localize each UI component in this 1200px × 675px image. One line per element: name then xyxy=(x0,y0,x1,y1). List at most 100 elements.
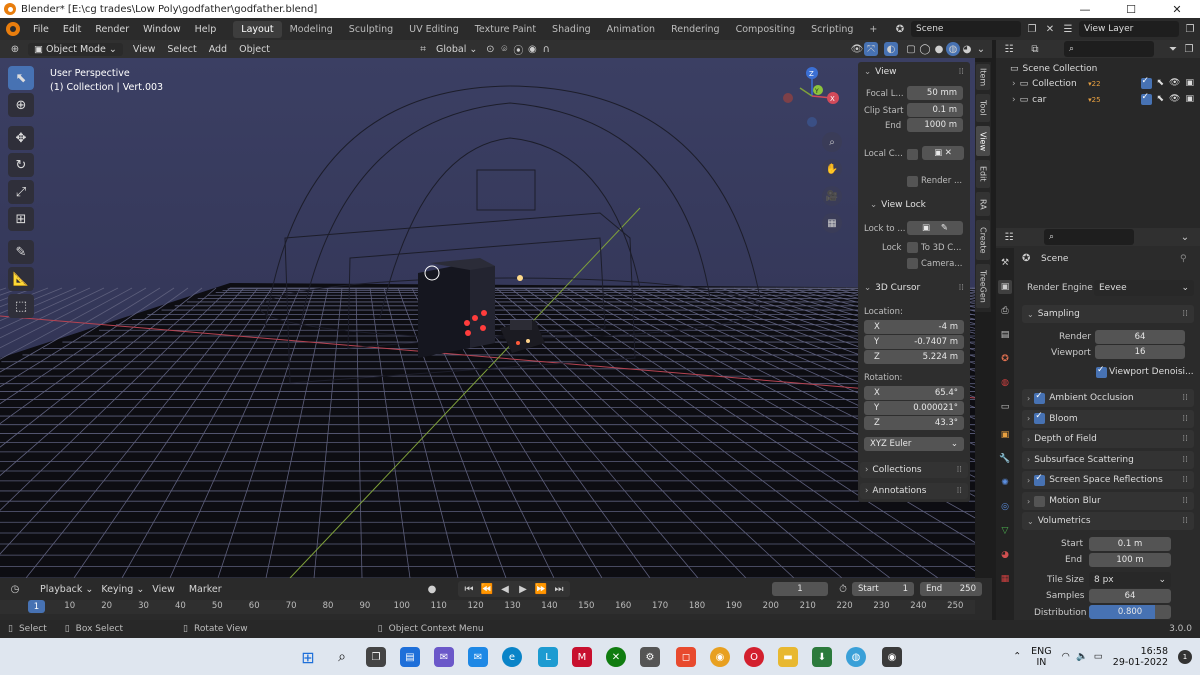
wifi-icon[interactable]: ◠ xyxy=(1062,651,1070,662)
clip-end-field[interactable]: 1000 m xyxy=(907,118,963,132)
orientation-dropdown[interactable]: Global ⌄ xyxy=(430,44,483,55)
scene-icon[interactable]: ✪ xyxy=(893,22,907,36)
rot-z-field[interactable]: Z 43.3° xyxy=(864,416,964,430)
mail-icon[interactable]: ✉ xyxy=(468,647,488,667)
pivot-icon[interactable]: ⊙ xyxy=(483,42,497,56)
camera-icon[interactable]: ▣ xyxy=(1185,78,1194,89)
world-app-icon[interactable]: ◍ xyxy=(846,647,866,667)
cursor-tool-icon[interactable]: ⊕ xyxy=(8,93,34,117)
select-tool-icon[interactable]: ⬉ xyxy=(8,66,34,90)
drag-handle-icon[interactable]: ⁞⁞ xyxy=(1182,393,1188,403)
view-layer-tab-icon[interactable]: ▤ xyxy=(998,328,1012,342)
object-tab-icon[interactable]: ▣ xyxy=(998,428,1012,442)
collections-section-header[interactable]: › Collections ⁞⁞ xyxy=(860,462,968,478)
start-frame-field[interactable]: Start 1 xyxy=(852,582,914,596)
rotate-tool-icon[interactable]: ↻ xyxy=(8,153,34,177)
next-key-icon[interactable]: ⏩ xyxy=(534,582,548,596)
rot-y-field[interactable]: Y 0.000021° xyxy=(864,401,964,415)
section-enable-checkbox[interactable] xyxy=(1034,391,1046,404)
navigation-gizmo[interactable]: Z X Y xyxy=(783,67,839,127)
gizmo-toggle-icon[interactable]: ⤧ xyxy=(864,42,878,56)
file-explorer-icon[interactable]: ▬ xyxy=(778,647,798,667)
render-engine-dropdown[interactable]: Eevee ⌄ xyxy=(1094,280,1194,296)
clip-start-field[interactable]: 0.1 m xyxy=(907,103,963,117)
display-mode-icon[interactable]: ⧉ xyxy=(1028,42,1042,56)
language-indicator[interactable]: ENG IN xyxy=(1031,646,1051,668)
clock[interactable]: 16:58 29-01-2022 xyxy=(1113,646,1168,668)
measure-tool-icon[interactable]: 📐 xyxy=(8,267,34,291)
lock-to-3d-cursor-checkbox[interactable] xyxy=(907,242,918,253)
options-chevron-icon[interactable]: ⌄ xyxy=(1178,230,1192,244)
shading-solid-icon[interactable]: ● xyxy=(932,42,946,56)
drag-handle-icon[interactable]: ⁞⁞ xyxy=(1182,434,1188,444)
view-section-header[interactable]: ⌄ View ⁞⁞ xyxy=(858,64,970,80)
jump-end-icon[interactable]: ⏭ xyxy=(552,582,566,596)
snap-icon[interactable]: ⌾ xyxy=(497,42,511,56)
viewport-denoise-checkbox[interactable] xyxy=(1096,365,1107,378)
3d-viewport[interactable]: Z X Y User Perspective (1) Collection | … xyxy=(0,58,975,578)
loc-x-field[interactable]: X -4 m xyxy=(864,320,964,334)
tile-size-dropdown[interactable]: 8 px ⌄ xyxy=(1089,572,1171,588)
properties-search-input[interactable]: ⌕ xyxy=(1044,229,1134,245)
proportional-edit-icon[interactable]: ◉ xyxy=(525,42,539,56)
3d-cursor-section-header[interactable]: ⌄ 3D Cursor ⁞⁞ xyxy=(858,280,970,296)
stopwatch-icon[interactable]: ⏱ xyxy=(836,582,850,596)
render-region-checkbox[interactable] xyxy=(907,176,918,187)
minimize-button[interactable]: — xyxy=(1062,0,1108,18)
camera-icon[interactable]: ▣ xyxy=(1185,94,1194,105)
play-reverse-icon[interactable]: ◀ xyxy=(498,582,512,596)
section-subsurface-scattering[interactable]: › Subsurface Scattering ⁞⁞ xyxy=(1022,450,1194,469)
view-lock-section-header[interactable]: ⌄ View Lock xyxy=(858,197,970,213)
drag-handle-icon[interactable]: ⁞⁞ xyxy=(959,67,964,77)
section-ambient-occlusion[interactable]: › Ambient Occlusion ⁞⁞ xyxy=(1022,389,1194,407)
transform-tool-icon[interactable]: ⊞ xyxy=(8,207,34,231)
visibility-icon[interactable]: 👁 xyxy=(850,42,864,56)
menu-render[interactable]: Render xyxy=(88,24,136,35)
pin-icon[interactable]: ⚲ xyxy=(1180,254,1187,264)
annotate-tool-icon[interactable]: ✎ xyxy=(8,240,34,264)
editor-type-icon[interactable]: ☷ xyxy=(1002,42,1016,56)
menu-file[interactable]: File xyxy=(26,24,56,35)
pan-hand-icon[interactable]: ✋ xyxy=(822,159,842,179)
render-samples-field[interactable]: 64 xyxy=(1095,330,1185,344)
prev-key-icon[interactable]: ⏪ xyxy=(480,582,494,596)
particles-tab-icon[interactable]: ✺ xyxy=(998,476,1012,490)
chrome-icon[interactable]: ◉ xyxy=(710,647,730,667)
search-icon[interactable]: ⌕ xyxy=(332,647,352,667)
eye-icon[interactable]: 👁 xyxy=(1169,78,1180,89)
ortho-grid-icon[interactable]: ▦ xyxy=(822,213,842,233)
scene-tab-icon[interactable]: ✪ xyxy=(998,352,1012,366)
playback-menu[interactable]: Playback ⌄ xyxy=(40,584,93,595)
drag-handle-icon[interactable]: ⁞⁞ xyxy=(1182,414,1188,424)
drag-handle-icon[interactable]: ⁞⁞ xyxy=(957,486,962,496)
section-motion-blur[interactable]: › Motion Blur ⁞⁞ xyxy=(1022,492,1194,510)
drag-handle-icon[interactable]: ⁞⁞ xyxy=(1182,455,1188,465)
tray-chevron-icon[interactable]: ⌃ xyxy=(1013,651,1021,662)
snap-target-icon[interactable]: ⦿ xyxy=(511,42,525,57)
tab-treegen[interactable]: TreeGen xyxy=(976,264,990,308)
drag-handle-icon[interactable]: ⁞⁞ xyxy=(1182,475,1188,485)
scale-tool-icon[interactable]: ⤢ xyxy=(8,180,34,204)
local-camera-checkbox[interactable] xyxy=(907,149,918,160)
world-tab-icon[interactable]: ◍ xyxy=(998,376,1012,390)
widgets-icon[interactable]: ▤ xyxy=(400,647,420,667)
blender-menu-icon[interactable] xyxy=(6,22,20,36)
drag-handle-icon[interactable]: ⁞⁞ xyxy=(1182,516,1188,526)
editor-type-icon[interactable]: ☷ xyxy=(1002,230,1016,244)
editor-type-icon[interactable]: ⊕ xyxy=(8,42,22,56)
edge-browser-icon[interactable]: e xyxy=(502,647,522,667)
modifier-tab-icon[interactable]: 🔧 xyxy=(998,452,1012,466)
installer-icon[interactable]: ⬇ xyxy=(812,647,832,667)
tab-sculpting[interactable]: Sculpting xyxy=(341,21,401,38)
editor-type-icon[interactable]: ◷ xyxy=(8,582,22,596)
tab-compositing[interactable]: Compositing xyxy=(728,21,804,38)
shading-rendered-icon[interactable]: ◕ xyxy=(960,42,974,56)
vol-start-field[interactable]: 0.1 m xyxy=(1089,537,1171,551)
timeline-view-menu[interactable]: View xyxy=(152,584,175,595)
object-data-tab-icon[interactable]: ▽ xyxy=(998,524,1012,538)
office-icon[interactable]: ◻ xyxy=(676,647,696,667)
section-enable-checkbox[interactable] xyxy=(1034,495,1046,507)
tab-uv-editing[interactable]: UV Editing xyxy=(401,21,467,38)
tab-ra[interactable]: RA xyxy=(976,192,990,216)
drag-handle-icon[interactable]: ⁞⁞ xyxy=(1182,496,1188,506)
